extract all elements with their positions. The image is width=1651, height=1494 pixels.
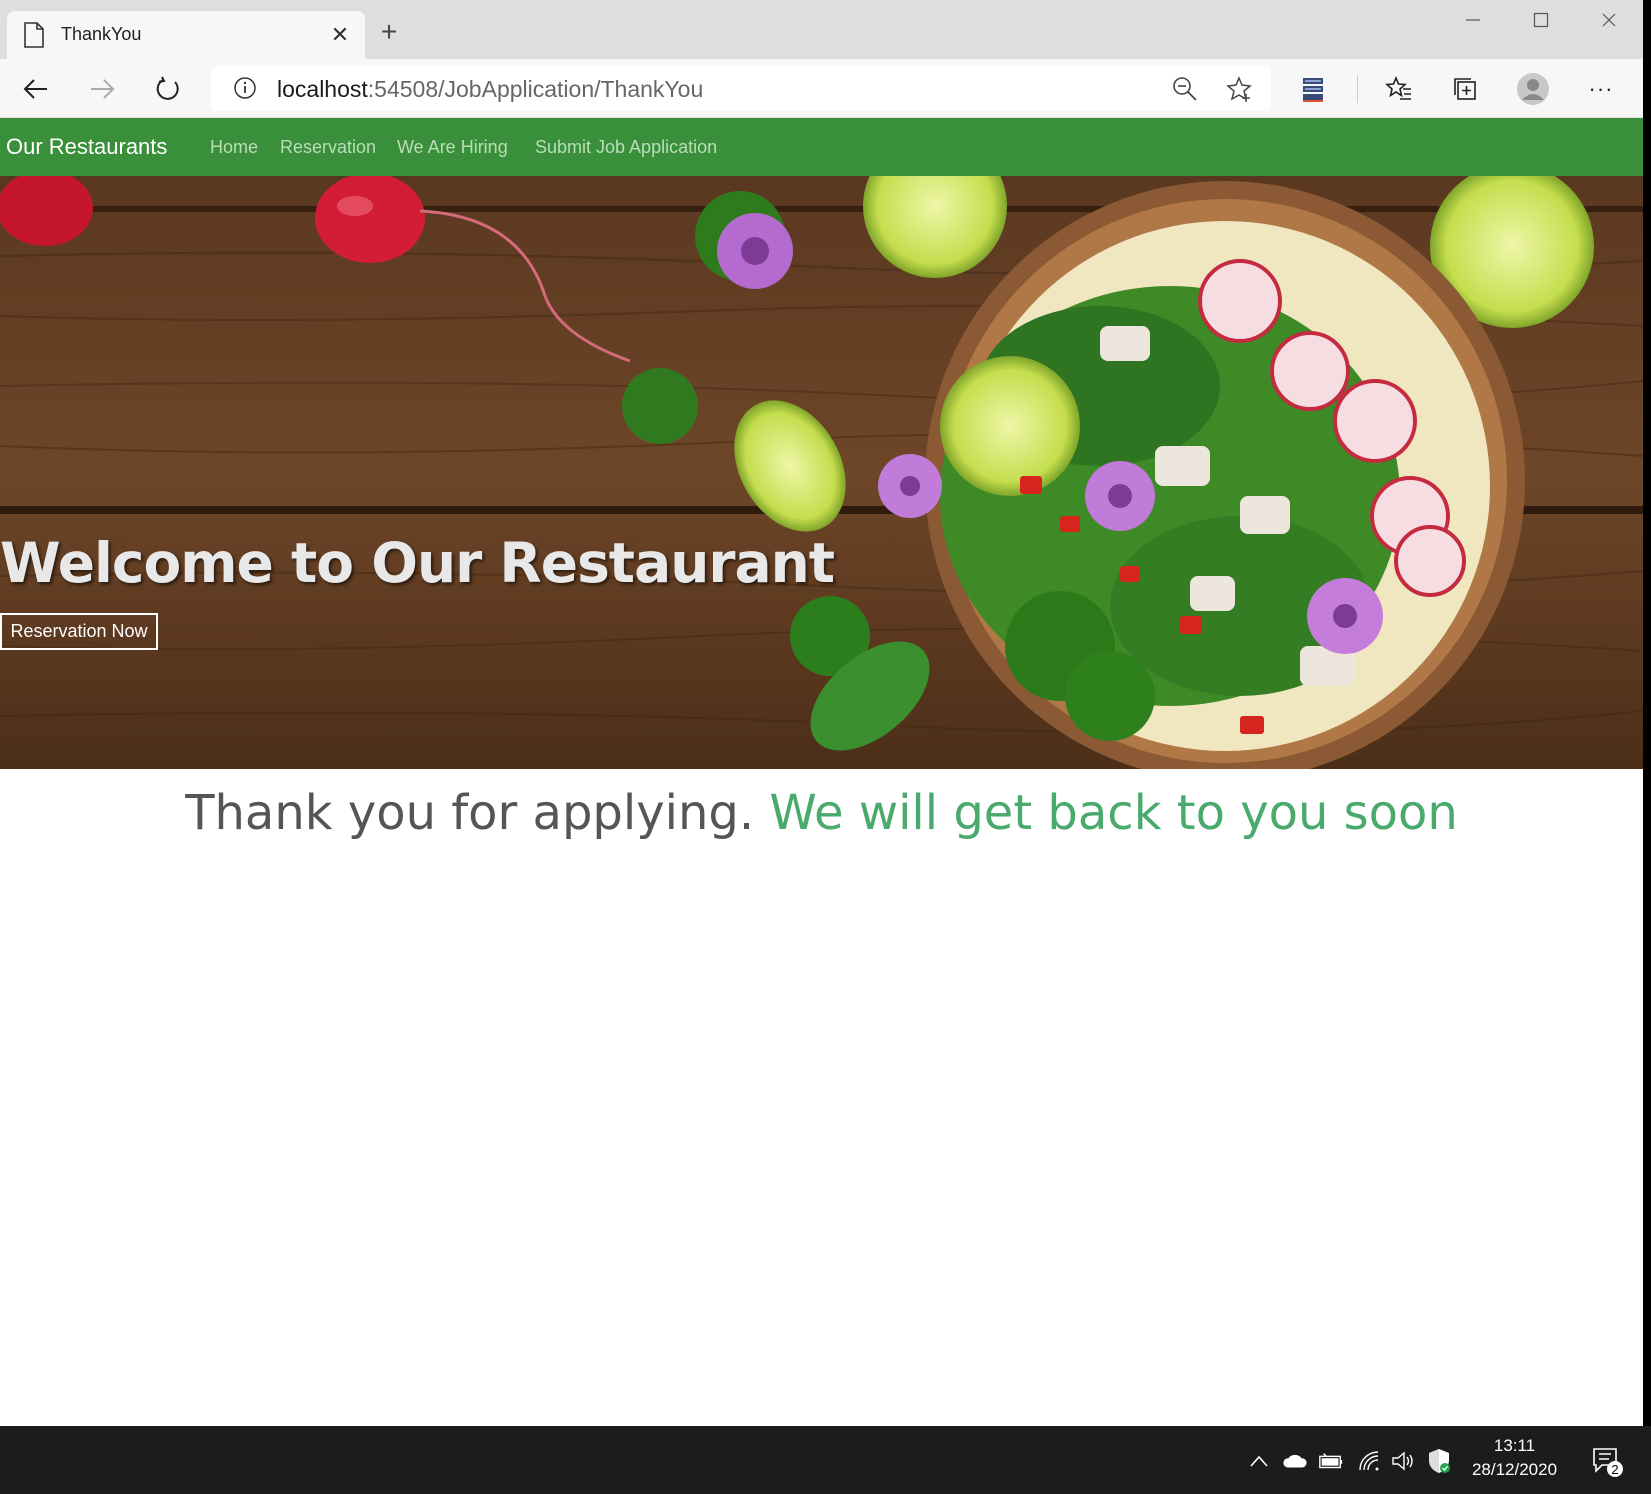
forward-icon[interactable] — [83, 70, 121, 108]
url-text: localhost:54508/JobApplication/ThankYou — [277, 76, 704, 102]
screen: ThankYou ✕ + localhost:54508/JobApplicat… — [0, 0, 1651, 1494]
address-bar[interactable]: localhost:54508/JobApplication/ThankYou — [211, 66, 1271, 111]
page-icon — [24, 22, 44, 48]
info-icon[interactable] — [233, 76, 257, 100]
maximize-icon[interactable] — [1518, 8, 1564, 36]
thank-you-text: Thank you for applying. — [185, 785, 755, 841]
new-tab-button[interactable]: + — [374, 18, 404, 48]
security-icon[interactable] — [1426, 1448, 1452, 1474]
battery-icon[interactable] — [1318, 1448, 1344, 1474]
refresh-icon[interactable] — [149, 70, 187, 108]
nav-reservation[interactable]: Reservation — [280, 137, 376, 158]
tab-strip: ThankYou ✕ + — [0, 0, 1643, 59]
more-icon[interactable]: ··· — [1582, 70, 1620, 108]
get-back-text: We will get back to you soon — [769, 785, 1458, 841]
browser-toolbar: localhost:54508/JobApplication/ThankYou — [0, 59, 1643, 118]
date-text: 28/12/2020 — [1471, 1460, 1558, 1479]
time-text: 13:11 — [1493, 1436, 1536, 1455]
volume-icon[interactable] — [1390, 1448, 1416, 1474]
profile-icon[interactable] — [1514, 70, 1552, 108]
collections-icon[interactable] — [1446, 70, 1484, 108]
extension-icon[interactable] — [1294, 70, 1332, 108]
hero-banner: Welcome to Our Restaurant Reservation No… — [0, 176, 1643, 769]
tab-thankyou[interactable]: ThankYou ✕ — [7, 11, 365, 59]
site-navbar: Our Restaurants Home Reservation We Are … — [0, 118, 1643, 176]
nav-we-are-hiring[interactable]: We Are Hiring — [397, 137, 508, 158]
toolbar-divider — [1357, 75, 1358, 103]
hero-food-image — [0, 176, 1643, 769]
clock[interactable]: 13:11 28/12/2020 — [1462, 1434, 1567, 1482]
favorite-add-icon[interactable] — [1225, 75, 1253, 103]
cloud-icon[interactable] — [1282, 1448, 1308, 1474]
chevron-up-icon[interactable] — [1246, 1448, 1272, 1474]
notification-count: 2 — [1611, 1462, 1618, 1477]
back-icon[interactable] — [17, 70, 55, 108]
tab-title: ThankYou — [61, 24, 142, 44]
nav-home[interactable]: Home — [210, 137, 258, 158]
close-tab-icon[interactable]: ✕ — [327, 22, 353, 48]
wifi-icon[interactable] — [1356, 1448, 1382, 1474]
notification-icon[interactable]: 2 — [1590, 1444, 1624, 1478]
taskbar: 13:11 28/12/2020 2 — [0, 1426, 1651, 1494]
minimize-icon[interactable] — [1450, 8, 1496, 36]
nav-submit-job-application[interactable]: Submit Job Application — [535, 137, 717, 158]
hero-title: Welcome to Our Restaurant — [0, 531, 835, 595]
favorites-icon[interactable] — [1380, 70, 1418, 108]
close-window-icon[interactable] — [1586, 8, 1632, 36]
reservation-now-button[interactable]: Reservation Now — [0, 613, 158, 650]
site-brand[interactable]: Our Restaurants — [6, 134, 167, 160]
browser-window: ThankYou ✕ + localhost:54508/JobApplicat… — [0, 0, 1643, 1426]
thank-you-message: Thank you for applying. We will get back… — [0, 785, 1643, 841]
zoom-icon[interactable] — [1171, 75, 1199, 103]
